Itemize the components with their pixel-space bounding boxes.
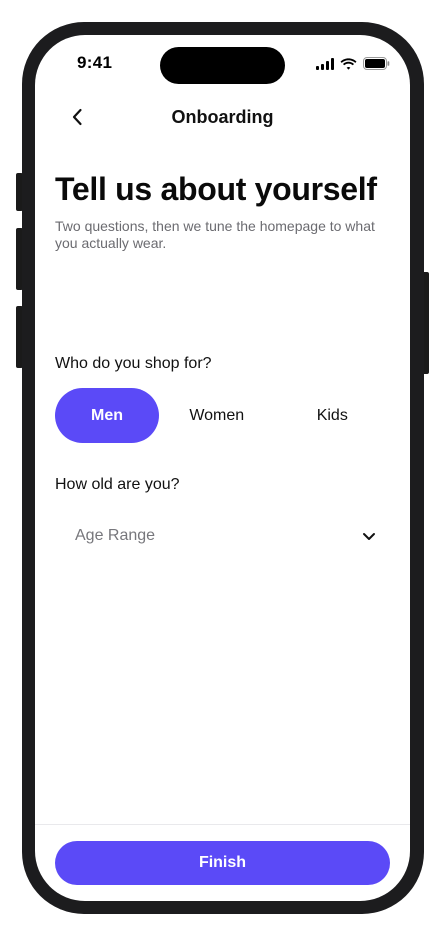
footer-divider — [35, 824, 410, 825]
dynamic-island — [160, 47, 285, 84]
shop-for-option-women[interactable]: Women — [159, 388, 275, 443]
age-range-select[interactable]: Age Range — [55, 513, 390, 559]
device-stage: 9:41 Onboarding Tell us about yourself T… — [0, 0, 445, 936]
shop-for-label: Who do you shop for? — [55, 355, 212, 372]
wifi-icon — [340, 57, 357, 75]
age-label: How old are you? — [55, 476, 180, 493]
status-icons — [316, 57, 390, 75]
nav-bar: Onboarding — [35, 97, 410, 137]
onboarding-content: Tell us about yourself Two questions, th… — [55, 170, 390, 544]
battery-icon — [363, 57, 390, 75]
finish-button[interactable]: Finish — [55, 841, 390, 885]
screen: 9:41 Onboarding Tell us about yourself T… — [35, 35, 410, 901]
page-subtitle: Two questions, then we tune the homepage… — [55, 218, 375, 251]
shop-for-segmented-control: Men Women Kids — [55, 388, 390, 443]
shop-for-option-kids[interactable]: Kids — [275, 388, 391, 443]
chevron-down-icon — [360, 527, 378, 545]
page-title: Tell us about yourself — [55, 171, 377, 207]
shop-for-option-men[interactable]: Men — [55, 388, 159, 443]
nav-title: Onboarding — [171, 107, 274, 127]
signal-icon — [316, 57, 334, 75]
age-range-placeholder: Age Range — [75, 527, 156, 544]
status-time: 9:41 — [77, 53, 113, 72]
